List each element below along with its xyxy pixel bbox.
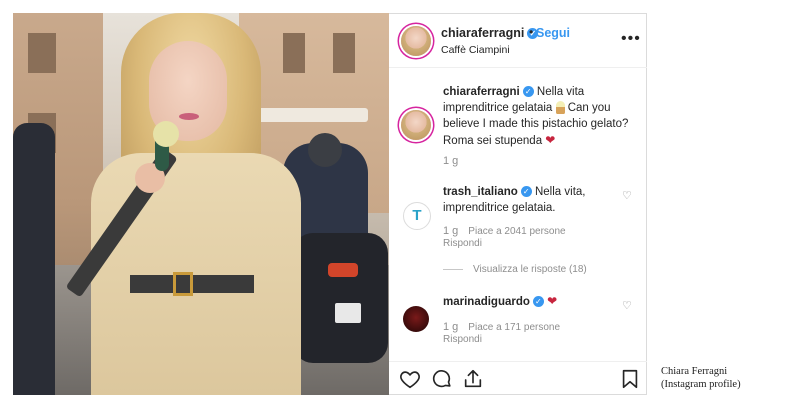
woman-lips <box>179 113 199 120</box>
reply-button[interactable]: Rispondi <box>443 238 482 249</box>
divider-line <box>443 268 463 270</box>
caption-avatar[interactable] <box>401 110 431 140</box>
action-bar <box>389 361 647 396</box>
gelato-emoji-icon <box>555 101 565 115</box>
comment-avatar[interactable] <box>403 306 429 332</box>
caption-username[interactable]: chiaraferragni <box>443 86 520 98</box>
share-icon[interactable] <box>462 368 484 390</box>
window <box>28 33 56 73</box>
caption-time[interactable]: 1 g <box>443 155 458 167</box>
separator-dot: • <box>529 25 534 39</box>
image-credit: Chiara Ferragni (Instagram profile) <box>661 365 741 391</box>
window <box>283 33 305 73</box>
comment-time[interactable]: 1 g <box>443 225 458 237</box>
comment-avatar[interactable]: T <box>403 202 431 230</box>
comment-body: trash_italiano ✓ Nella vita, imprenditric… <box>443 184 618 216</box>
woman-jacket <box>91 153 301 395</box>
heart-emoji-icon: ❤ <box>547 294 558 308</box>
heart-emoji-icon: ❤ <box>545 133 556 147</box>
comment-like-heart-icon[interactable]: ♡ <box>622 299 632 312</box>
verified-badge-icon: ✓ <box>532 296 544 308</box>
comment-username[interactable]: marinadiguardo <box>443 296 530 308</box>
location-link[interactable]: Caffè Ciampini <box>441 44 510 56</box>
username-text[interactable]: chiaraferragni <box>441 26 524 40</box>
passerby-figure <box>13 123 55 395</box>
post-photo[interactable] <box>13 13 389 395</box>
heart-icon[interactable] <box>399 368 421 390</box>
follow-button[interactable]: Segui <box>536 26 570 40</box>
belt-buckle <box>173 272 193 296</box>
credit-line-1: Chiara Ferragni <box>661 366 728 377</box>
verified-badge-icon: ✓ <box>520 186 532 198</box>
scooter <box>293 233 388 363</box>
credit-line-2: (Instagram profile) <box>661 379 741 390</box>
post-header: chiaraferragni ✓ • Segui Caffè Ciampini •… <box>389 14 647 68</box>
comment-like-heart-icon[interactable]: ♡ <box>622 189 632 202</box>
comment-icon[interactable] <box>431 368 453 390</box>
scooter-plate <box>335 303 361 323</box>
post-caption: chiaraferragni ✓ Nella vita imprenditrice… <box>443 84 639 149</box>
post-side-panel: chiaraferragni ✓ • Segui Caffè Ciampini •… <box>389 13 647 395</box>
comment-meta: 1 g Piace a 2041 persone <box>443 225 566 237</box>
gelato-scoop <box>153 121 179 147</box>
comment-username[interactable]: trash_italiano <box>443 186 518 198</box>
view-replies-label[interactable]: Visualizza le risposte (18) <box>473 264 587 275</box>
more-options-button[interactable]: ••• <box>621 30 641 48</box>
cafe-awning <box>248 108 368 122</box>
post-username[interactable]: chiaraferragni ✓ <box>441 26 539 40</box>
verified-badge-icon: ✓ <box>522 86 534 98</box>
comment-likes[interactable]: Piace a 2041 persone <box>468 226 565 237</box>
view-replies-button[interactable]: Visualizza le risposte (18) <box>443 264 587 275</box>
window <box>333 33 355 73</box>
comment-body: marinadiguardo ✓ ❤ <box>443 293 618 310</box>
comment-likes[interactable]: Piace a 171 persone <box>468 322 560 333</box>
scooter-tail-light <box>328 263 358 277</box>
rider-helmet <box>308 133 342 167</box>
bookmark-icon[interactable] <box>619 368 641 390</box>
avatar[interactable] <box>401 26 431 56</box>
reply-button[interactable]: Rispondi <box>443 334 482 345</box>
comment-time[interactable]: 1 g <box>443 321 458 333</box>
comment-meta: 1 g Piace a 171 persone <box>443 321 560 333</box>
